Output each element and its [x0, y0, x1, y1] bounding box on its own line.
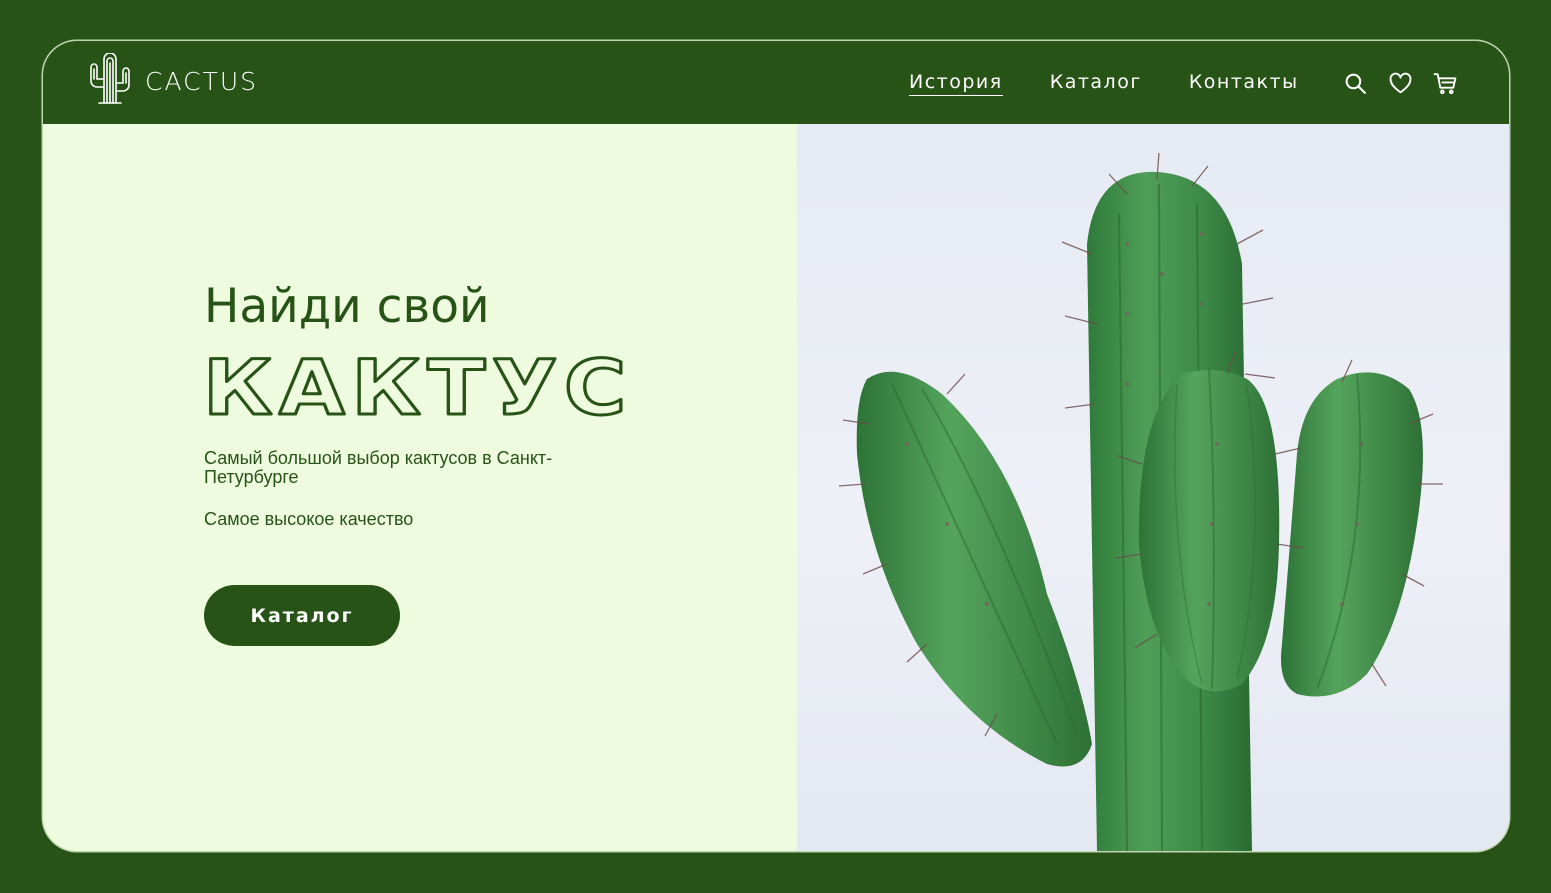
cart-icon[interactable]: [1433, 71, 1458, 96]
logo[interactable]: CACTUS: [89, 53, 258, 105]
cactus-illustration: [838, 152, 1443, 851]
hero-content: Найди свой КАКТУС Самый большой выбор ка…: [43, 124, 797, 851]
header-icons: [1343, 71, 1458, 96]
page-frame: CACTUS История Каталог Контакты Найди св…: [43, 41, 1509, 851]
search-icon[interactable]: [1343, 71, 1368, 96]
site-header: CACTUS История Каталог Контакты: [43, 41, 1509, 124]
cactus-logo-icon: [89, 53, 131, 105]
nav-item-contacts[interactable]: Контакты: [1189, 71, 1299, 96]
hero-subtitle: Самый большой выбор кактусов в Санкт-Пет…: [204, 448, 553, 487]
hero-tagline: Самое высокое качество: [204, 509, 414, 529]
hero-big-word: КАКТУС: [202, 349, 633, 429]
catalog-button[interactable]: Каталог: [204, 585, 400, 646]
hero-headline: Найди свой: [204, 279, 490, 334]
svg-text:КАКТУС: КАКТУС: [203, 349, 633, 429]
brand-name: CACTUS: [145, 66, 259, 96]
heart-icon[interactable]: [1388, 71, 1413, 96]
cactus-photo: [797, 124, 1509, 851]
main-nav: История Каталог Контакты: [909, 71, 1299, 96]
nav-item-catalog[interactable]: Каталог: [1050, 71, 1142, 96]
nav-item-history[interactable]: История: [909, 71, 1003, 96]
